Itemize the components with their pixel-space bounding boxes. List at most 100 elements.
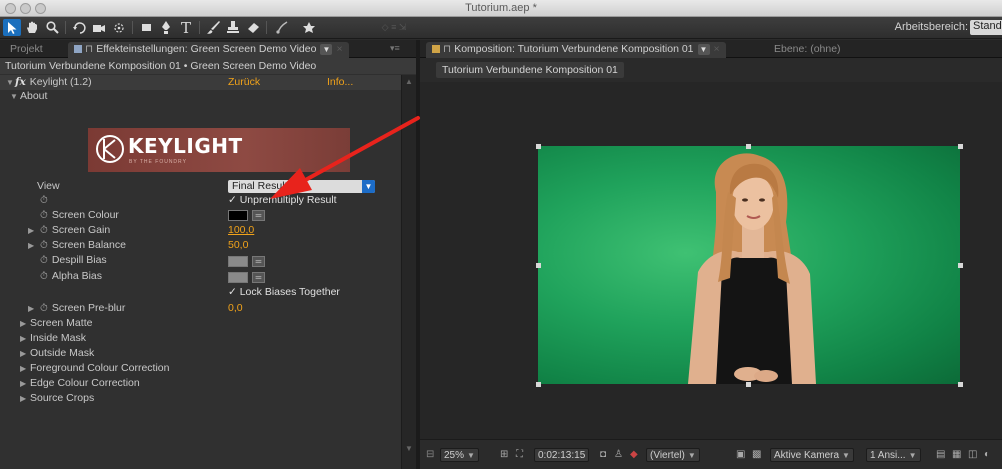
fast-previews-icon[interactable]: ▣ xyxy=(736,448,745,462)
expand-triangle-icon[interactable]: ▶ xyxy=(28,301,34,316)
lock-biases-checkbox[interactable]: ✓ Lock Biases Together xyxy=(228,285,340,300)
timeline-icon[interactable]: ▦ xyxy=(952,448,961,462)
expand-triangle-icon[interactable]: ▶ xyxy=(20,361,26,376)
puppet-pin-tool-icon[interactable] xyxy=(300,19,318,36)
pen-tool-icon[interactable] xyxy=(157,19,175,36)
info-link[interactable]: Info... xyxy=(327,75,353,90)
view-dropdown[interactable]: Final Result ▼ xyxy=(228,180,375,193)
stopwatch-icon[interactable]: ⏱ xyxy=(40,210,48,221)
group-inside-mask[interactable]: ▶ Inside Mask xyxy=(0,331,401,346)
exposure-icon[interactable]: ◐ xyxy=(984,448,990,462)
stopwatch-icon[interactable]: ⏱ xyxy=(40,271,48,282)
snapshot-icon[interactable]: ◘ xyxy=(600,448,606,462)
stopwatch-icon[interactable]: ⏱ xyxy=(40,255,48,266)
eyedropper-icon[interactable]: ═ xyxy=(252,256,265,267)
tab-dropdown-icon[interactable]: ▼ xyxy=(697,44,710,55)
hand-tool-icon[interactable] xyxy=(23,19,41,36)
expand-triangle-icon[interactable]: ▶ xyxy=(20,346,26,361)
scroll-down-icon[interactable]: ▼ xyxy=(405,444,413,453)
transform-handle[interactable] xyxy=(536,382,541,387)
eyedropper-icon[interactable]: ═ xyxy=(252,210,265,221)
view-layout-select[interactable]: 1 Ansi... ▼ xyxy=(866,448,921,462)
green-screen-video-frame[interactable] xyxy=(538,146,960,384)
magnification-select[interactable]: 25% ▼ xyxy=(440,448,479,462)
region-of-interest-icon[interactable]: ⛶ xyxy=(516,448,523,462)
text-tool-icon[interactable]: T xyxy=(177,19,195,37)
tab-layer[interactable]: Ebene: (ohne) xyxy=(768,42,847,58)
group-screen-matte[interactable]: ▶ Screen Matte xyxy=(0,316,401,331)
group-foreground-colour-correction[interactable]: ▶ Foreground Colour Correction xyxy=(0,361,401,376)
expand-triangle-icon[interactable]: ▶ xyxy=(28,223,34,238)
stopwatch-icon[interactable]: ⏱ xyxy=(40,303,48,314)
stopwatch-icon[interactable]: ⏱ xyxy=(40,240,48,251)
stopwatch-icon[interactable]: ⏱ xyxy=(40,193,48,208)
screen-gain-value[interactable]: 100,0 xyxy=(228,223,254,238)
tab-dropdown-icon[interactable]: ▼ xyxy=(320,44,333,55)
panel-menu-icon[interactable]: ▾≡ xyxy=(390,43,400,54)
expand-triangle-icon[interactable]: ▶ xyxy=(20,391,26,406)
clone-stamp-tool-icon[interactable] xyxy=(224,19,242,36)
grid-icon[interactable]: ⊞ xyxy=(500,448,508,462)
screen-balance-value[interactable]: 50,0 xyxy=(228,238,248,253)
expand-triangle-icon[interactable]: ▶ xyxy=(20,376,26,391)
about-group-row[interactable]: ▼ About xyxy=(0,89,401,104)
toggle-pixel-aspect-icon[interactable]: ▤ xyxy=(936,448,945,462)
channel-rgb-icon[interactable]: ◆ xyxy=(630,448,638,462)
workspace-select[interactable]: Standard xyxy=(970,20,1002,35)
transform-handle[interactable] xyxy=(536,144,541,149)
expand-triangle-icon[interactable]: ▶ xyxy=(20,316,26,331)
selection-tool-icon[interactable] xyxy=(3,19,21,36)
tab-project[interactable]: Projekt xyxy=(4,42,49,58)
screen-colour-swatch[interactable] xyxy=(228,210,248,221)
effect-header-row[interactable]: ▼ fx Keylight (1.2) Zurück Info... xyxy=(0,75,401,90)
group-outside-mask[interactable]: ▶ Outside Mask xyxy=(0,346,401,361)
stopwatch-icon[interactable]: ⏱ xyxy=(40,225,48,236)
brush-tool-icon[interactable] xyxy=(204,19,222,36)
lock-tab-icon[interactable]: ⊓ xyxy=(443,43,451,55)
fx-toggle-icon[interactable]: fx xyxy=(15,76,26,88)
always-preview-icon[interactable]: ⊟ xyxy=(426,448,434,462)
transparency-grid-icon[interactable]: ▩ xyxy=(752,448,761,462)
resolution-select[interactable]: (Viertel) ▼ xyxy=(646,448,700,462)
eyedropper-icon[interactable]: ═ xyxy=(252,272,265,283)
transform-handle[interactable] xyxy=(746,144,751,149)
unpremultiply-checkbox[interactable]: ✓ Unpremultiply Result xyxy=(228,193,337,208)
camera-tool-icon[interactable] xyxy=(90,19,108,36)
despill-bias-swatch[interactable] xyxy=(228,256,248,267)
scroll-up-icon[interactable]: ▲ xyxy=(405,77,413,86)
composition-viewer[interactable] xyxy=(420,82,1002,439)
rotate-tool-icon[interactable] xyxy=(70,19,88,36)
transform-handle[interactable] xyxy=(958,263,963,268)
eraser-tool-icon[interactable] xyxy=(244,19,262,36)
expand-about-icon[interactable]: ▼ xyxy=(10,89,18,104)
tab-composition[interactable]: ⊓ Komposition: Tutorium Verbundene Kompos… xyxy=(426,42,726,58)
camera-select[interactable]: Aktive Kamera ▼ xyxy=(770,448,854,462)
zoom-tool-icon[interactable] xyxy=(43,19,61,36)
alpha-bias-swatch[interactable] xyxy=(228,272,248,283)
collapse-triangle-icon[interactable]: ▼ xyxy=(6,75,14,90)
transform-handle[interactable] xyxy=(958,382,963,387)
transform-handle[interactable] xyxy=(958,144,963,149)
mask-shape-tool-icon[interactable] xyxy=(137,19,155,36)
show-snapshot-icon[interactable]: ♙ xyxy=(614,448,623,462)
close-tab-icon[interactable]: × xyxy=(714,43,720,55)
transform-handle[interactable] xyxy=(536,263,541,268)
snapping-options-icon[interactable]: ◇ ≡ ⇲ xyxy=(380,19,408,36)
composition-subtab[interactable]: Tutorium Verbundene Komposition 01 xyxy=(436,62,624,78)
roto-brush-tool-icon[interactable] xyxy=(272,19,290,36)
group-source-crops[interactable]: ▶ Source Crops xyxy=(0,391,401,406)
comp-flowchart-icon[interactable]: ◫ xyxy=(968,448,977,462)
expand-triangle-icon[interactable]: ▶ xyxy=(20,331,26,346)
reset-link[interactable]: Zurück xyxy=(228,75,260,90)
current-time-display[interactable]: 0:02:13:15 xyxy=(534,448,590,462)
pan-behind-tool-icon[interactable] xyxy=(110,19,128,36)
expand-triangle-icon[interactable]: ▶ xyxy=(28,238,34,253)
screen-preblur-value[interactable]: 0,0 xyxy=(228,301,243,316)
transform-handle[interactable] xyxy=(746,382,751,387)
group-edge-colour-correction[interactable]: ▶ Edge Colour Correction xyxy=(0,376,401,391)
effect-controls-scrollbar[interactable]: ▲ ▼ xyxy=(401,75,416,469)
close-tab-icon[interactable]: × xyxy=(336,43,342,55)
lock-tab-icon[interactable]: ⊓ xyxy=(85,43,93,55)
alpha-bias-row: ⏱ Alpha Bias xyxy=(0,269,401,284)
tab-effect-controls[interactable]: ⊓ Effekteinstellungen: Green Screen Demo … xyxy=(68,42,349,58)
